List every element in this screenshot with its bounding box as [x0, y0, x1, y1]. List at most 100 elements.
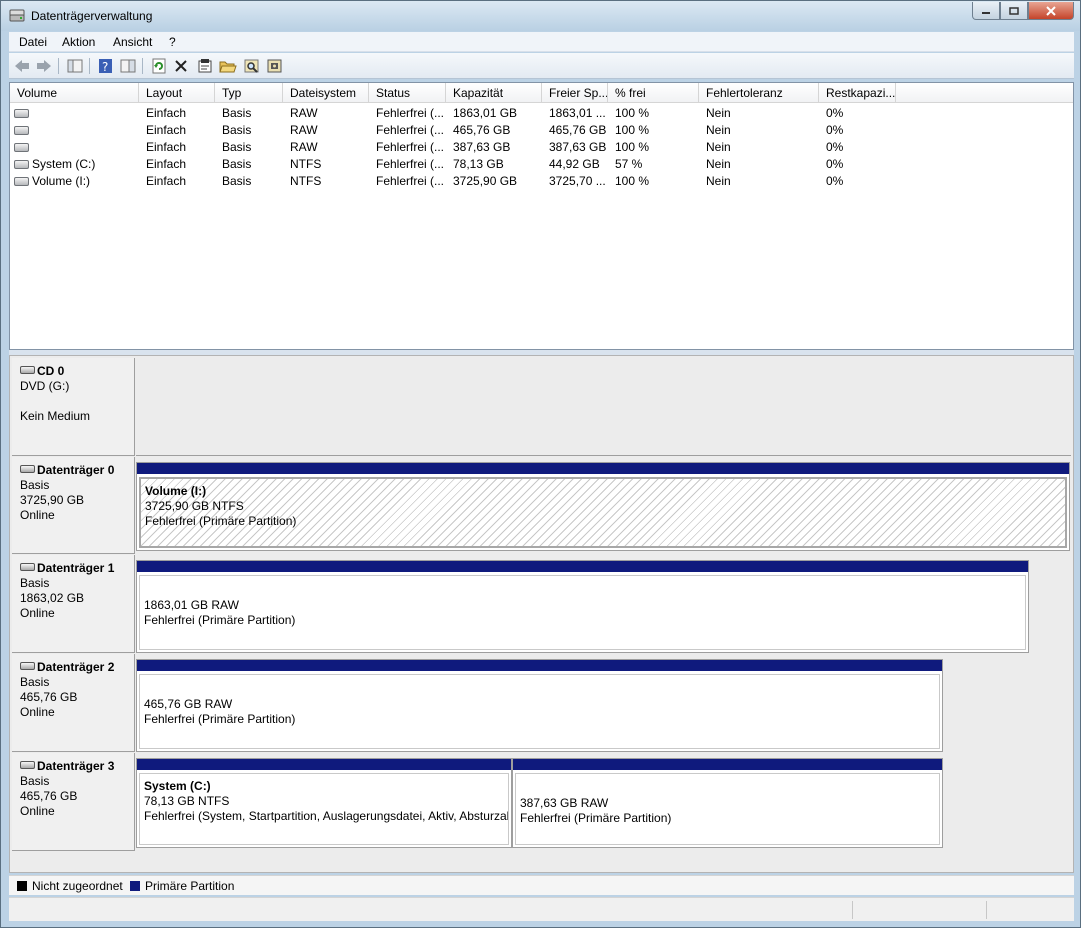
col-status[interactable]: Status: [369, 83, 446, 103]
volume-list[interactable]: Volume Layout Typ Dateisystem Status Kap…: [9, 82, 1074, 350]
menu-aktion[interactable]: Aktion: [62, 35, 95, 49]
minimize-button[interactable]: [972, 2, 1000, 20]
cell-volume: System (C:): [32, 157, 96, 171]
partition-name: System (C:): [144, 779, 211, 793]
disk-state: Online: [20, 606, 55, 620]
col-fehlertoleranz[interactable]: Fehlertoleranz: [699, 83, 819, 103]
cell-freier-speicher: 465,76 GB: [549, 123, 607, 137]
disk-type: Basis: [20, 675, 50, 689]
properties-pane-icon[interactable]: [119, 57, 137, 75]
cell-prozent-frei: 100 %: [615, 123, 650, 137]
primary-partition-bar: [137, 463, 1069, 475]
partition-body: System (C:) 78,13 GB NTFS Fehlerfrei (Sy…: [139, 773, 509, 845]
disk-size: 3725,90 GB: [20, 493, 85, 507]
disk-size: [20, 394, 134, 409]
disk-type: Basis: [20, 576, 50, 590]
partition-size: 3725,90 GB NTFS: [145, 499, 244, 513]
cell-kapazitaet: 387,63 GB: [453, 140, 511, 154]
legend-unallocated: Nicht zugeordnet: [32, 879, 123, 893]
drive-icon: [14, 126, 29, 135]
help-icon[interactable]: ?: [97, 57, 115, 75]
toolbar-separator: [142, 58, 143, 74]
cell-dateisystem: NTFS: [290, 174, 322, 188]
disk-settings-icon[interactable]: [266, 57, 284, 75]
partition-size: 465,76 GB RAW: [144, 697, 233, 711]
open-folder-icon[interactable]: [219, 57, 237, 75]
disk-name: Datenträger 0: [37, 463, 115, 477]
cell-status: Fehlerfrei (...: [376, 174, 445, 188]
cell-layout: Einfach: [146, 157, 187, 171]
disk-management-icon: [9, 9, 25, 22]
cell-layout: Einfach: [146, 174, 187, 188]
drive-icon: [14, 160, 29, 169]
menu-datei[interactable]: Datei: [19, 35, 47, 49]
col-typ[interactable]: Typ: [215, 83, 283, 103]
disk-name: Datenträger 3: [37, 759, 115, 773]
table-row[interactable]: Einfach Basis RAW Fehlerfrei (... 1863,0…: [10, 105, 1073, 122]
cell-dateisystem: RAW: [290, 123, 318, 137]
disk-label-1[interactable]: Datenträger 1 Basis 1863,02 GB Online: [12, 555, 135, 653]
window-controls: [972, 2, 1074, 20]
disk-state: Online: [20, 508, 55, 522]
table-row[interactable]: Volume (I:) Einfach Basis NTFS Fehlerfre…: [10, 173, 1073, 190]
partition-status: Fehlerfrei (Primäre Partition): [145, 514, 297, 528]
window-title: Datenträgerverwaltung: [31, 9, 153, 23]
partition-disk3-raw[interactable]: 387,63 GB RAW Fehlerfrei (Primäre Partit…: [512, 758, 943, 848]
cell-prozent-frei: 100 %: [615, 106, 650, 120]
cell-typ: Basis: [222, 157, 252, 171]
partition-volume-i[interactable]: Volume (I:) 3725,90 GB NTFS Fehlerfrei (…: [136, 462, 1070, 551]
cell-typ: Basis: [222, 140, 252, 154]
partition-size: 1863,01 GB RAW: [144, 598, 239, 612]
col-volume[interactable]: Volume: [10, 83, 139, 103]
volume-list-header: Volume Layout Typ Dateisystem Status Kap…: [10, 83, 1073, 103]
partition-status: Fehlerfrei (Primäre Partition): [144, 712, 296, 726]
forward-arrow-icon[interactable]: [35, 57, 53, 75]
disk-type: Basis: [20, 774, 50, 788]
primary-partition-bar: [513, 759, 942, 771]
disk-label-cd0[interactable]: CD 0 DVD (G:) Kein Medium: [12, 358, 135, 456]
table-row[interactable]: System (C:) Einfach Basis NTFS Fehlerfre…: [10, 156, 1073, 173]
properties-icon[interactable]: [196, 57, 214, 75]
disk-graph-view: CD 0 DVD (G:) Kein Medium Datenträger 0 …: [9, 355, 1074, 873]
cell-kapazitaet: 465,76 GB: [453, 123, 511, 137]
partition-system-c[interactable]: System (C:) 78,13 GB NTFS Fehlerfrei (Sy…: [136, 758, 512, 848]
col-kapazitaet[interactable]: Kapazität: [446, 83, 542, 103]
disk-area-cd0: [136, 358, 1071, 456]
disk-label-2[interactable]: Datenträger 2 Basis 465,76 GB Online: [12, 654, 135, 752]
table-row[interactable]: Einfach Basis RAW Fehlerfrei (... 387,63…: [10, 139, 1073, 156]
svg-text:?: ?: [102, 60, 108, 74]
search-icon[interactable]: [243, 57, 261, 75]
drive-icon: [14, 109, 29, 118]
maximize-button[interactable]: [1000, 2, 1028, 20]
col-freier-speicher[interactable]: Freier Sp...: [542, 83, 608, 103]
partition-body: 465,76 GB RAW Fehlerfrei (Primäre Partit…: [139, 674, 940, 749]
cell-dateisystem: RAW: [290, 140, 318, 154]
partition-disk1-raw[interactable]: 1863,01 GB RAW Fehlerfrei (Primäre Parti…: [136, 560, 1029, 653]
drive-icon: [14, 177, 29, 186]
col-prozent-frei[interactable]: % frei: [608, 83, 699, 103]
col-layout[interactable]: Layout: [139, 83, 215, 103]
menu-ansicht[interactable]: Ansicht: [113, 35, 152, 49]
menu-help[interactable]: ?: [169, 35, 176, 49]
col-dateisystem[interactable]: Dateisystem: [283, 83, 369, 103]
partition-disk2-raw[interactable]: 465,76 GB RAW Fehlerfrei (Primäre Partit…: [136, 659, 943, 752]
back-arrow-icon[interactable]: [13, 57, 31, 75]
disk-label-0[interactable]: Datenträger 0 Basis 3725,90 GB Online: [12, 457, 135, 554]
console-tree-icon[interactable]: [66, 57, 84, 75]
close-button[interactable]: [1028, 2, 1074, 20]
disk-state: Online: [20, 804, 55, 818]
hard-drive-icon: [20, 761, 35, 769]
title-bar[interactable]: Datenträgerverwaltung: [1, 1, 1080, 31]
disk-size: 1863,02 GB: [20, 591, 85, 605]
delete-icon[interactable]: [172, 57, 190, 75]
table-row[interactable]: Einfach Basis RAW Fehlerfrei (... 465,76…: [10, 122, 1073, 139]
cell-restkapazitaet: 0%: [826, 106, 844, 120]
disk-type: DVD (G:): [20, 379, 70, 393]
maximize-icon: [1009, 6, 1019, 15]
partition-size: 387,63 GB RAW: [520, 796, 609, 810]
col-restkapazitaet[interactable]: Restkapazi...: [819, 83, 896, 103]
refresh-icon[interactable]: [150, 57, 168, 75]
close-icon: [1046, 5, 1056, 16]
disk-state: Kein Medium: [20, 409, 91, 423]
disk-label-3[interactable]: Datenträger 3 Basis 465,76 GB Online: [12, 753, 135, 851]
